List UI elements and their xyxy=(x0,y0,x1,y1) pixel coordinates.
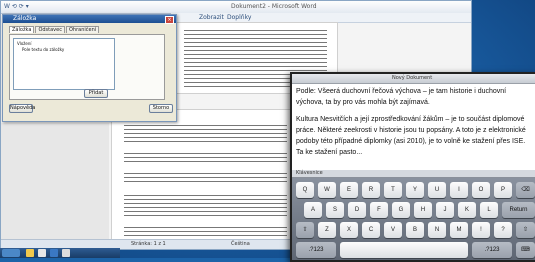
key-m[interactable]: M xyxy=(450,222,468,238)
space-key[interactable] xyxy=(340,242,468,258)
key-question[interactable]: ? xyxy=(494,222,512,238)
status-page: Stránka: 1 z 1 xyxy=(131,241,166,247)
key-h[interactable]: H xyxy=(414,202,432,218)
ipad-doc-title: Nový Dokument xyxy=(392,75,433,81)
folder-icon[interactable] xyxy=(26,249,34,257)
key-z[interactable]: Z xyxy=(318,222,336,238)
dialog-title: Záložka xyxy=(13,15,37,22)
key-o[interactable]: O xyxy=(472,182,490,198)
key-s[interactable]: S xyxy=(326,202,344,218)
bookmark-list[interactable]: Vložení Pole textu do záložky xyxy=(13,38,115,90)
keyboard-bar-label: Klávesnice xyxy=(296,170,323,176)
taskbar xyxy=(0,248,120,258)
shift-key[interactable]: ⇧ xyxy=(296,222,314,238)
tab-zalozka[interactable]: Záložka xyxy=(9,26,35,33)
dialog-tabs: Záložka Odstavec Ohraničení xyxy=(9,26,100,34)
document-text-block xyxy=(124,170,287,184)
backspace-key[interactable]: ⌫ xyxy=(516,182,535,198)
keyboard-hide-icon[interactable]: ⌨ xyxy=(516,242,535,258)
paragraph: Kultura Nesvitčích a její zprostředkován… xyxy=(296,116,526,156)
key-w[interactable]: W xyxy=(318,182,336,198)
list-item[interactable]: Pole textu do záložky xyxy=(22,47,64,52)
key-e[interactable]: E xyxy=(340,182,358,198)
key-x[interactable]: X xyxy=(340,222,358,238)
shift-key-right[interactable]: ⇧ xyxy=(516,222,535,238)
tab-panel: Vložení Pole textu do záložky Přidat xyxy=(9,34,165,100)
key-r[interactable]: R xyxy=(362,182,380,198)
key-f[interactable]: F xyxy=(370,202,388,218)
list-item[interactable]: Vložení xyxy=(17,41,32,46)
tab-ohraniceni[interactable]: Ohraničení xyxy=(65,26,100,33)
key-i[interactable]: I xyxy=(450,182,468,198)
cancel-button[interactable]: Storno xyxy=(149,104,173,113)
start-button[interactable] xyxy=(2,249,20,257)
status-language: Čeština xyxy=(231,241,250,247)
key-c[interactable]: C xyxy=(362,222,380,238)
key-j[interactable]: J xyxy=(436,202,454,218)
key-v[interactable]: V xyxy=(384,222,402,238)
document-text-block xyxy=(124,150,287,164)
key-q[interactable]: Q xyxy=(296,182,314,198)
close-icon[interactable]: × xyxy=(165,16,174,24)
key-t[interactable]: T xyxy=(384,182,402,198)
key-exclamation[interactable]: ! xyxy=(472,222,490,238)
ipad-document-text[interactable]: Podle: Všeerá duchovní řečová výchova – … xyxy=(296,86,533,164)
key-d[interactable]: D xyxy=(348,202,366,218)
key-y[interactable]: Y xyxy=(406,182,424,198)
key-u[interactable]: U xyxy=(428,182,446,198)
key-k[interactable]: K xyxy=(458,202,476,218)
key-b[interactable]: B xyxy=(406,222,424,238)
explorer-icon[interactable] xyxy=(62,249,70,257)
paragraph: Podle: Všeerá duchovní řečová výchova – … xyxy=(296,88,507,106)
ipad-status-bar: Nový Dokument xyxy=(292,74,535,84)
help-button[interactable]: Nápověda xyxy=(9,104,35,113)
navigation-pane xyxy=(1,123,109,241)
return-key[interactable]: Return xyxy=(502,202,535,218)
tab-doplnky[interactable]: Doplňky xyxy=(227,14,251,21)
numbers-key-right[interactable]: .?123 xyxy=(472,242,512,258)
key-a[interactable]: A xyxy=(304,202,322,218)
onscreen-keyboard: Klávesnice Q W E R T Y U I O P ⌫ A S D F… xyxy=(292,170,535,260)
document-icon[interactable] xyxy=(38,249,46,257)
ipad-screen: Nový Dokument Podle: Všeerá duchovní řeč… xyxy=(290,72,535,262)
document-text-block xyxy=(124,224,287,238)
tab-odstavec[interactable]: Odstavec xyxy=(35,26,65,33)
numbers-key[interactable]: .?123 xyxy=(296,242,336,258)
bookmark-dialog: Záložka × Záložka Odstavec Ohraničení Vlož… xyxy=(2,14,177,122)
quick-access-toolbar[interactable]: W ⟲ ⟳ ▾ xyxy=(4,3,29,10)
window-title: Dokument2 - Microsoft Word xyxy=(231,3,317,10)
word-icon[interactable] xyxy=(50,249,58,257)
document-text-block xyxy=(124,122,287,144)
tab-zobrazit[interactable]: Zobrazit xyxy=(199,14,224,21)
key-n[interactable]: N xyxy=(428,222,446,238)
keyboard-bar: Klávesnice xyxy=(292,170,535,178)
add-button[interactable]: Přidat xyxy=(84,89,108,98)
key-g[interactable]: G xyxy=(392,202,410,218)
document-text-block xyxy=(124,192,287,218)
dialog-titlebar: Záložka × xyxy=(3,15,176,24)
key-p[interactable]: P xyxy=(494,182,512,198)
document-page-main[interactable] xyxy=(111,109,298,245)
key-l[interactable]: L xyxy=(480,202,498,218)
